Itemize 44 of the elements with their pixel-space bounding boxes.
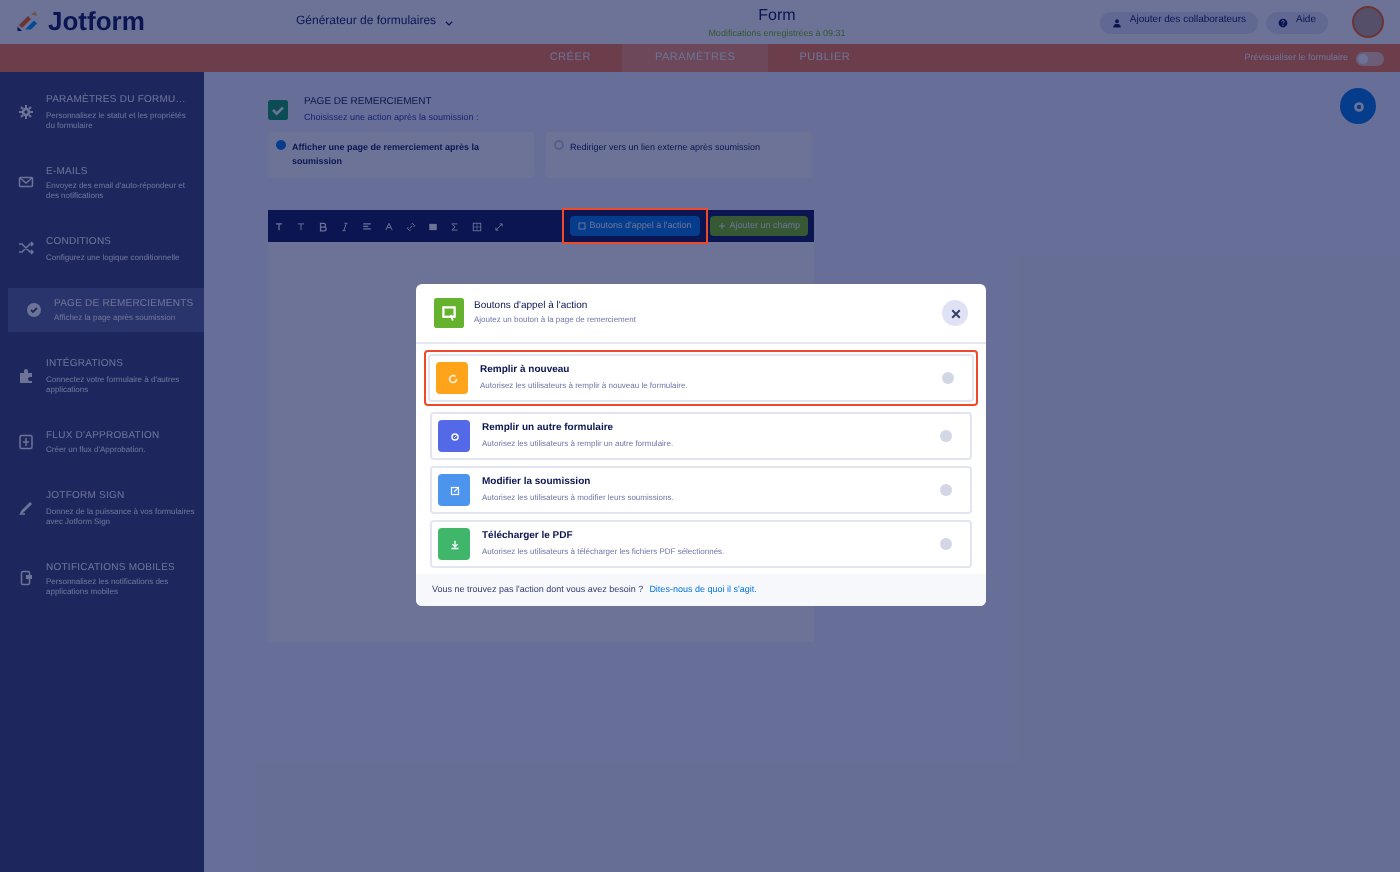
radio-button[interactable] (940, 484, 952, 496)
settings-button[interactable] (1340, 88, 1376, 124)
text-color-icon (384, 221, 394, 232)
close-button[interactable] (942, 300, 968, 326)
radio-button[interactable] (554, 140, 564, 151)
pen-icon (18, 499, 34, 516)
form-title: Form (758, 3, 796, 28)
square-icon (577, 222, 586, 231)
italic-icon (340, 221, 350, 232)
logo-text: Jotform (48, 4, 145, 41)
check-icon (268, 100, 288, 121)
settings-icon (1351, 99, 1365, 113)
table-icon (472, 221, 482, 232)
refresh-icon (445, 371, 459, 385)
radio-button[interactable] (276, 140, 286, 151)
radio-button[interactable] (942, 372, 954, 384)
heading-icon (274, 221, 284, 232)
flow-icon (18, 433, 34, 450)
close-icon (949, 307, 961, 319)
edit-icon (447, 483, 461, 497)
form-icon (447, 429, 461, 443)
settings-icon (18, 103, 34, 120)
puzzle-icon (18, 367, 34, 384)
download-icon (447, 537, 461, 551)
button-icon (434, 298, 464, 328)
link-icon (406, 221, 416, 232)
expand-icon (494, 221, 504, 232)
plus-icon (717, 222, 726, 231)
font-size-icon (296, 221, 306, 232)
align-icon (362, 221, 372, 232)
phone-icon (18, 570, 34, 587)
bold-icon (318, 221, 328, 232)
person-icon (1111, 17, 1122, 27)
avatar[interactable] (1352, 6, 1384, 38)
mail-icon (18, 174, 34, 191)
shuffle-icon (18, 240, 34, 257)
check-icon (26, 301, 42, 318)
radio-button[interactable] (940, 430, 952, 442)
image-icon (428, 221, 438, 232)
help-icon (1277, 17, 1288, 27)
caret-icon (444, 17, 455, 27)
logo-icon (16, 10, 40, 34)
radio-button[interactable] (940, 538, 952, 550)
formula-icon (450, 221, 460, 232)
